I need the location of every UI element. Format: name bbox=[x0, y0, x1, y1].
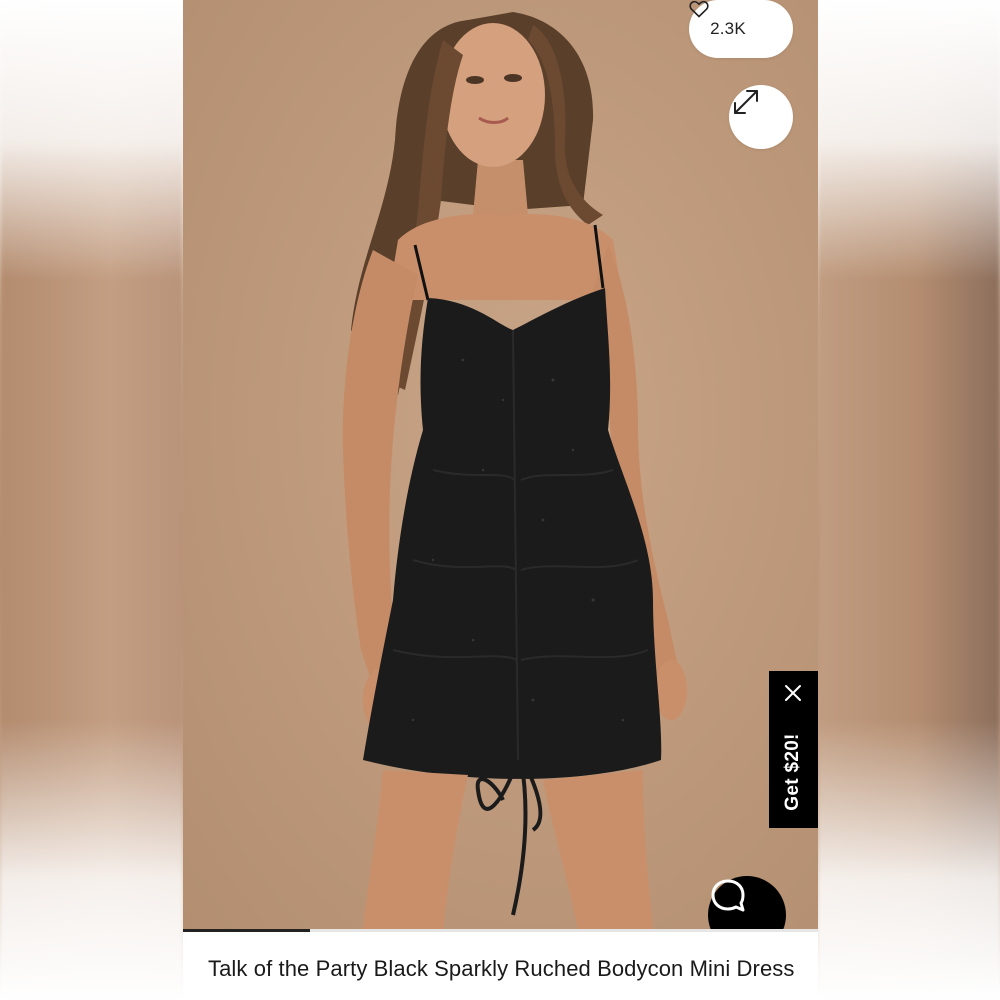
image-progress-fill bbox=[183, 929, 310, 932]
promo-label[interactable]: Get $20! bbox=[782, 733, 804, 810]
likes-count: 2.3K bbox=[710, 19, 746, 38]
blurred-background-left bbox=[0, 0, 183, 1000]
product-screen: 2.3K Get $20! Talk of the Party Black Sp… bbox=[183, 0, 818, 1000]
promo-tab[interactable]: Get $20! bbox=[769, 671, 818, 828]
heart-outline-icon bbox=[689, 0, 772, 38]
model-illustration bbox=[342, 12, 687, 930]
like-button[interactable]: 2.3K bbox=[689, 0, 793, 58]
product-title: Talk of the Party Black Sparkly Ruched B… bbox=[208, 956, 795, 981]
image-progress-bar bbox=[183, 929, 818, 932]
close-icon[interactable] bbox=[783, 683, 803, 703]
product-photo[interactable]: 2.3K Get $20! bbox=[183, 0, 818, 930]
expand-image-button[interactable] bbox=[729, 85, 793, 149]
blurred-background-right bbox=[818, 0, 1000, 1000]
